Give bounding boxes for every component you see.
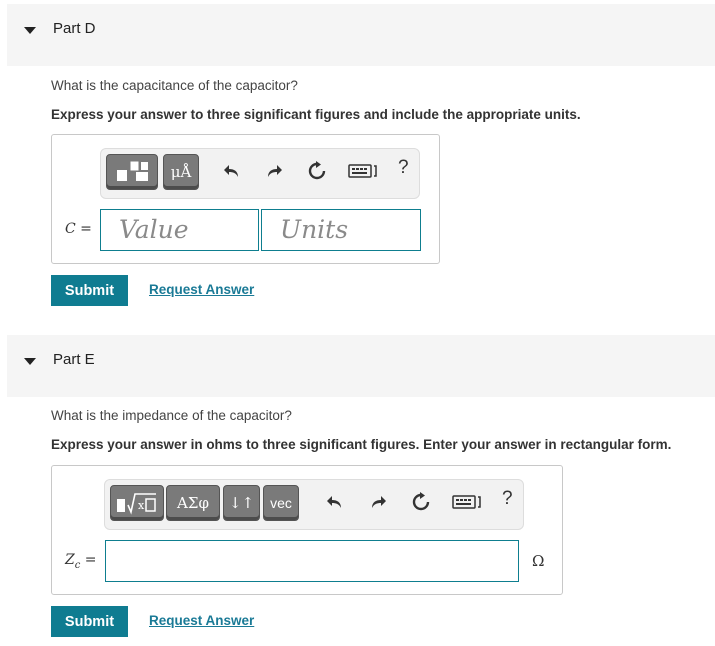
part-e-instructions: Express your answer in ohms to three sig… <box>51 437 672 452</box>
part-e-submit-button[interactable]: Submit <box>51 606 128 637</box>
part-d-question: What is the capacitance of the capacitor… <box>51 78 298 93</box>
templates-icon <box>117 161 148 181</box>
impedance-subscript: c <box>74 559 81 571</box>
greek-symbols-button[interactable]: ΑΣφ <box>166 485 220 521</box>
help-icon[interactable]: ? <box>502 488 513 510</box>
redo-icon[interactable] <box>366 490 390 514</box>
capacitance-symbol: C <box>65 221 76 237</box>
part-e-answer-box: x ΑΣφ ↓↑ vec ? Zc = Ω <box>51 465 563 595</box>
ohm-unit: Ω <box>532 552 545 570</box>
units-button[interactable]: μÅ <box>163 154 199 190</box>
impedance-symbol: Z <box>65 552 75 568</box>
units-input[interactable]: Units <box>261 209 421 251</box>
part-e-toolbar: x ΑΣφ ↓↑ vec ? <box>104 479 524 530</box>
redo-icon[interactable] <box>262 159 286 183</box>
svg-text:x: x <box>138 499 145 512</box>
part-d-instructions: Express your answer to three significant… <box>51 107 581 122</box>
part-d-answer-box: μÅ ? C = Value Units <box>51 134 440 264</box>
part-e-header[interactable]: Part E <box>7 335 715 397</box>
keyboard-icon[interactable] <box>451 490 485 514</box>
reset-icon[interactable] <box>409 490 433 514</box>
vec-button[interactable]: vec <box>263 485 299 521</box>
undo-icon[interactable] <box>220 159 244 183</box>
part-e-title: Part E <box>53 351 95 368</box>
arrows-button[interactable]: ↓↑ <box>223 485 260 521</box>
collapse-caret-icon[interactable] <box>24 27 36 34</box>
part-d-request-answer-link[interactable]: Request Answer <box>149 282 254 297</box>
help-icon[interactable]: ? <box>398 157 409 179</box>
impedance-input[interactable] <box>105 540 519 582</box>
impedance-label: Zc = <box>65 552 97 571</box>
undo-icon[interactable] <box>323 490 347 514</box>
part-e-question: What is the impedance of the capacitor? <box>51 408 292 423</box>
equals-sign: = <box>84 552 97 568</box>
part-e-request-answer-link[interactable]: Request Answer <box>149 613 254 628</box>
part-d-header[interactable]: Part D <box>7 4 715 66</box>
templates-root-icon: x <box>117 493 156 515</box>
templates-root-button[interactable]: x <box>110 485 164 521</box>
capacitance-label: C = <box>65 221 92 237</box>
part-d-title: Part D <box>53 20 96 37</box>
templates-button[interactable] <box>106 154 158 190</box>
value-input[interactable]: Value <box>100 209 259 251</box>
part-d-toolbar: μÅ ? <box>100 148 420 199</box>
equals-sign: = <box>80 221 92 237</box>
keyboard-icon[interactable] <box>347 159 381 183</box>
collapse-caret-icon[interactable] <box>24 358 36 365</box>
part-d-submit-button[interactable]: Submit <box>51 275 128 306</box>
reset-icon[interactable] <box>305 159 329 183</box>
